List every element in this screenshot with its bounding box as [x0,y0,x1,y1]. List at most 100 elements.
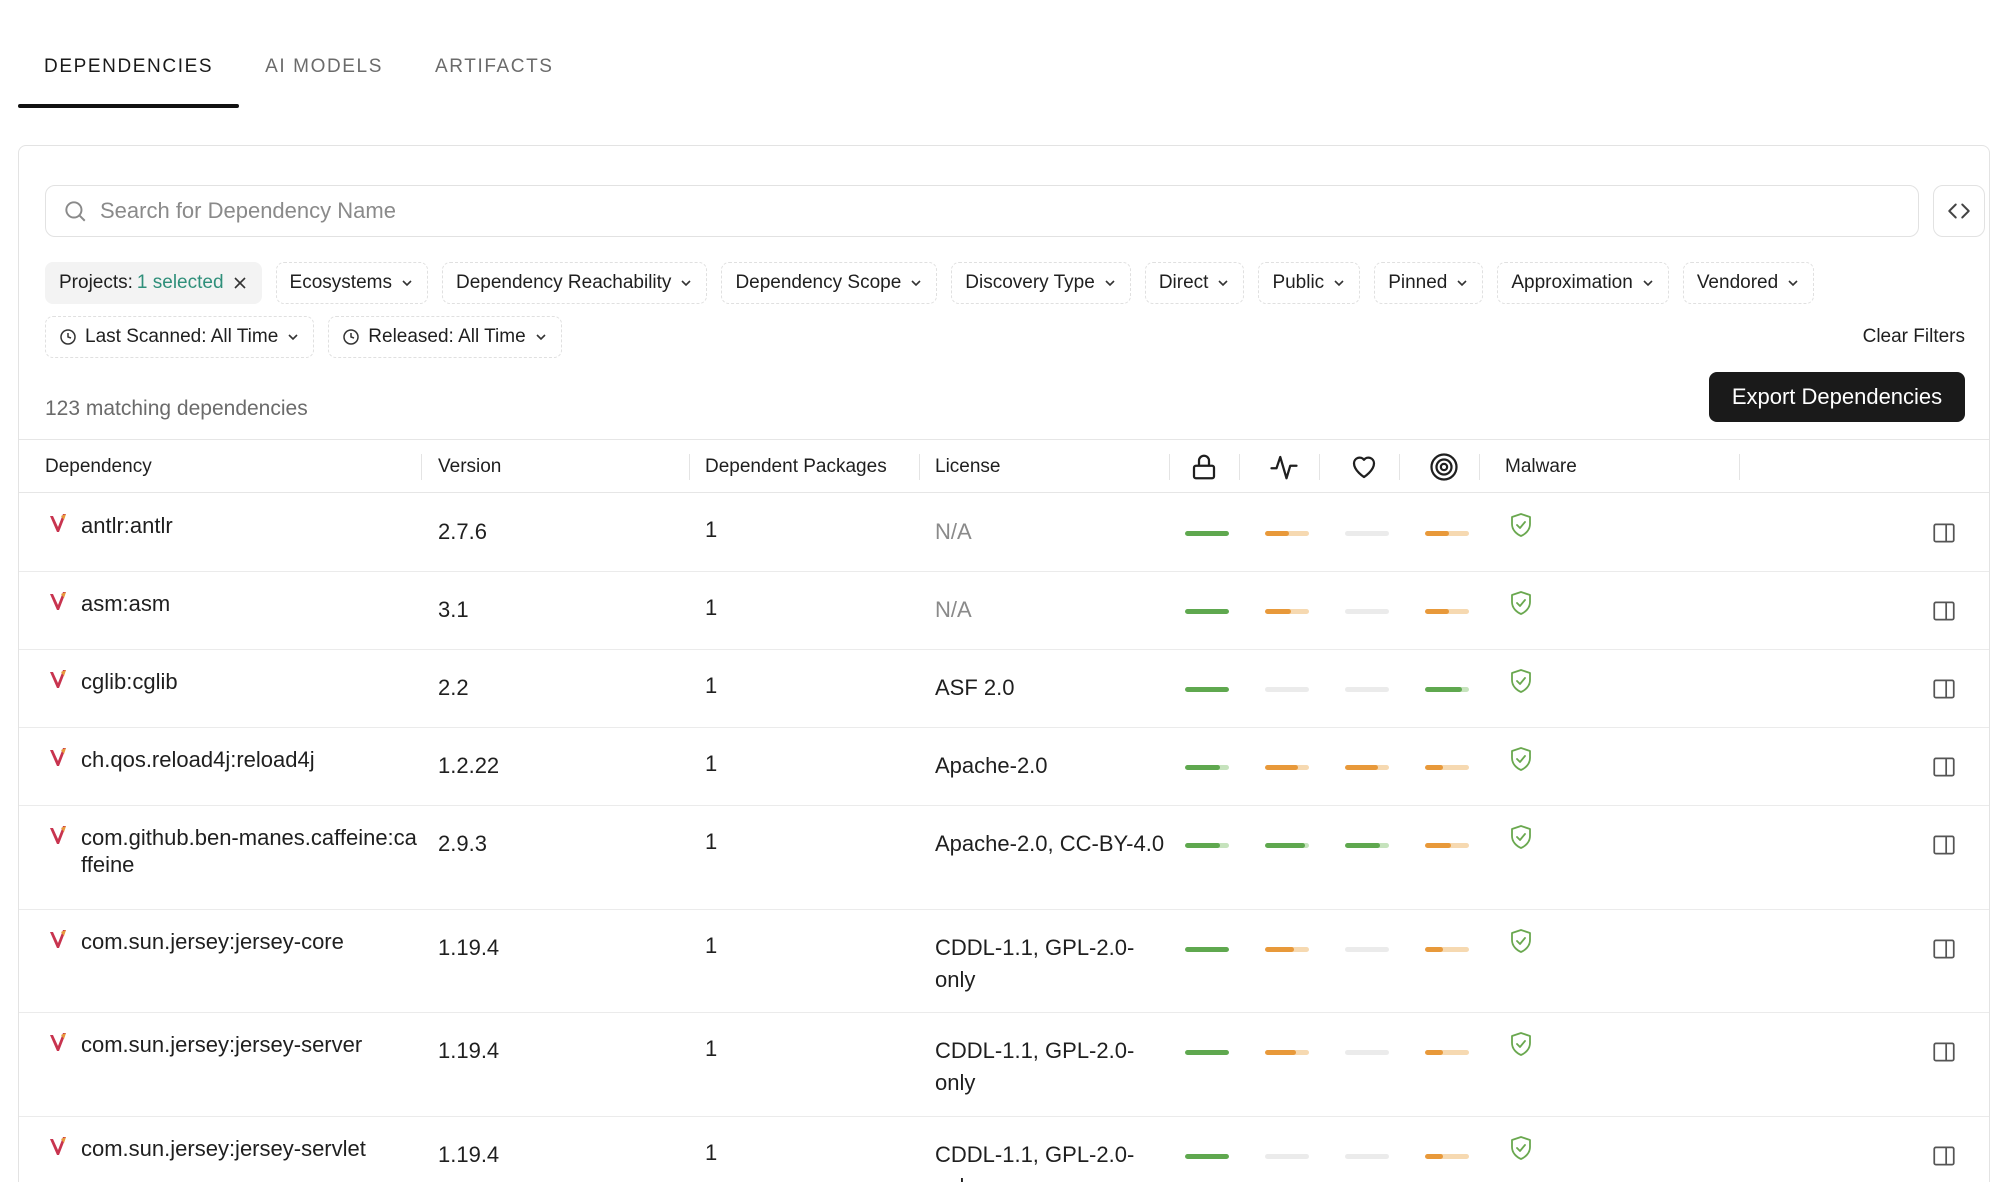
maven-logo-icon [50,514,66,532]
filter-public[interactable]: Public [1258,262,1361,304]
dependency-version: 1.19.4 [438,1142,500,1167]
side-panel-icon[interactable] [1931,1143,1957,1169]
close-icon[interactable] [232,275,248,291]
dependency-name[interactable]: com.sun.jersey:jersey-servlet [81,1135,421,1162]
column-security[interactable] [1189,440,1219,493]
column-malware[interactable]: Malware [1505,440,1577,493]
score-bar-fill [1425,1154,1443,1159]
score-bar-fill [1345,765,1378,770]
score-bar [1425,765,1469,770]
shield-check-icon [1511,1032,1531,1056]
table-row[interactable]: ch.qos.reload4j:reload4j 1.2.22 1 Apache-2.… [19,728,1989,806]
score-bar [1265,609,1309,614]
column-dependency[interactable]: Dependency [45,440,152,493]
maven-logo-icon [50,748,66,766]
dependency-name[interactable]: com.sun.jersey:jersey-core [81,928,421,955]
lock-icon [1192,454,1216,479]
column-popularity[interactable] [1349,440,1379,493]
score-bar-fill [1185,1154,1229,1159]
clear-filters-button[interactable]: Clear Filters [1863,316,1965,358]
filter-released[interactable]: Released: All Time [328,316,562,358]
shield-check-icon [1511,1136,1531,1160]
dependent-packages-count: 1 [705,829,718,854]
column-dependent-packages[interactable]: Dependent Packages [705,440,887,493]
chevron-down-icon [1788,280,1798,287]
chevron-down-icon [681,280,692,287]
score-bar [1345,1050,1389,1055]
chevron-down-icon [1218,280,1229,287]
column-license[interactable]: License [935,440,1001,493]
license-value: CDDL-1.1, GPL-2.0-only [935,935,1135,992]
activity-icon [1270,455,1298,479]
dependency-name[interactable]: asm:asm [81,590,421,617]
side-panel-icon[interactable] [1931,1039,1957,1065]
table-row[interactable]: com.sun.jersey:jersey-core 1.19.4 1 CDDL-1.… [19,910,1989,1013]
column-divider [1169,454,1170,480]
score-bar [1185,765,1229,770]
side-panel-icon[interactable] [1931,754,1957,780]
filter-ecosystems[interactable]: Ecosystems [275,262,428,304]
side-panel-icon[interactable] [1931,520,1957,546]
maven-logo-icon [50,1033,66,1051]
table-row[interactable]: antlr:antlr 2.7.6 1 N/A [19,494,1989,572]
dependent-packages-count: 1 [705,751,718,776]
column-activity[interactable] [1269,440,1299,493]
table-row[interactable]: cglib:cglib 2.2 1 ASF 2.0 [19,650,1989,728]
filter-approximation[interactable]: Approximation [1497,262,1669,304]
score-bar [1425,1050,1469,1055]
code-icon [1948,203,1970,219]
filter-pinned[interactable]: Pinned [1374,262,1484,304]
dependent-packages-count: 1 [705,595,718,620]
filter-last-scanned[interactable]: Last Scanned: All Time [45,316,315,358]
filter-projects[interactable]: Projects: 1 selected [45,262,262,304]
filter-vendored[interactable]: Vendored [1682,262,1815,304]
target-icon [1430,452,1458,481]
filter-direct[interactable]: Direct [1144,262,1245,304]
score-bar [1185,1154,1229,1159]
dependency-name[interactable]: com.github.ben-manes.caffeine:caffeine [81,824,421,878]
search-box[interactable] [45,185,1919,237]
score-bar [1425,531,1469,536]
filter-label: Dependency Scope [735,272,902,293]
side-panel-icon[interactable] [1931,598,1957,624]
column-version[interactable]: Version [438,440,501,493]
score-bar [1265,843,1309,848]
tab-dependencies[interactable]: DEPENDENCIES [18,0,240,108]
search-input[interactable] [100,198,1800,224]
tab-artifacts[interactable]: ARTIFACTS [409,0,580,108]
table-row[interactable]: com.sun.jersey:jersey-server 1.19.4 1 CDDL-… [19,1013,1989,1117]
table-row[interactable]: com.sun.jersey:jersey-servlet 1.19.4 1 CDDL… [19,1117,1989,1182]
chevron-down-icon [911,280,921,287]
score-bar-fill [1185,531,1229,536]
export-dependencies-button[interactable]: Export Dependencies [1709,372,1965,422]
score-bar [1425,1154,1469,1159]
dependency-name[interactable]: antlr:antlr [81,512,421,539]
side-panel-icon[interactable] [1931,936,1957,962]
side-panel-icon[interactable] [1931,832,1957,858]
side-panel-icon[interactable] [1931,676,1957,702]
score-bar [1185,687,1229,692]
dependency-version: 1.2.22 [438,753,500,778]
table-row[interactable]: com.github.ben-manes.caffeine:caffeine 2.… [19,806,1989,910]
score-bar [1185,843,1229,848]
code-view-button[interactable] [1933,185,1985,237]
table-row[interactable]: asm:asm 3.1 1 N/A [19,572,1989,650]
score-bar [1345,765,1389,770]
column-reachability[interactable] [1429,440,1459,493]
dependency-name[interactable]: com.sun.jersey:jersey-server [81,1031,421,1058]
filter-label: Released: All Time [368,326,526,347]
chevron-down-icon [1334,280,1344,287]
dependency-name[interactable]: ch.qos.reload4j:reload4j [81,746,421,773]
license-value: CDDL-1.1, GPL-2.0-only [935,1142,1135,1182]
score-bar-fill [1185,687,1229,692]
filter-discovery-type[interactable]: Discovery Type [951,262,1131,304]
score-bar [1265,947,1309,952]
filter-row-2: Last Scanned: All Time Released: All Tim… [45,316,1965,358]
score-bar-fill [1265,609,1292,614]
score-bar-fill [1265,765,1298,770]
dependency-name[interactable]: cglib:cglib [81,668,421,695]
filter-dependency-reachability[interactable]: Dependency Reachability [441,262,708,304]
filter-dependency-scope[interactable]: Dependency Scope [721,262,938,304]
column-divider [919,454,920,480]
tab-ai-models[interactable]: AI MODELS [239,0,409,108]
